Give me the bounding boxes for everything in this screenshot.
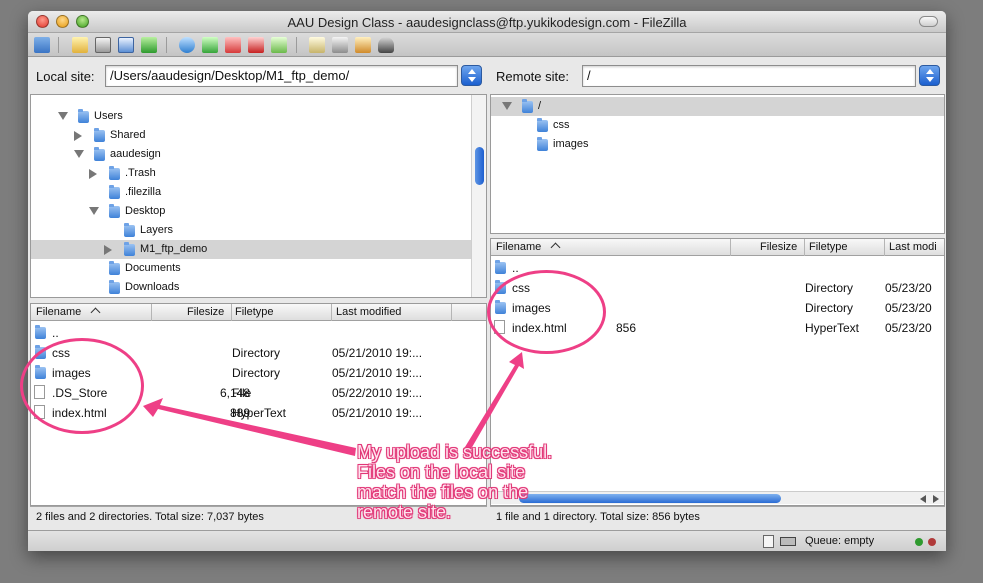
annotation-arrow-to-remote	[465, 352, 524, 449]
annotation-text: My upload is successful. Files on the lo…	[357, 442, 553, 522]
annotation-arrow-to-local	[143, 398, 356, 456]
